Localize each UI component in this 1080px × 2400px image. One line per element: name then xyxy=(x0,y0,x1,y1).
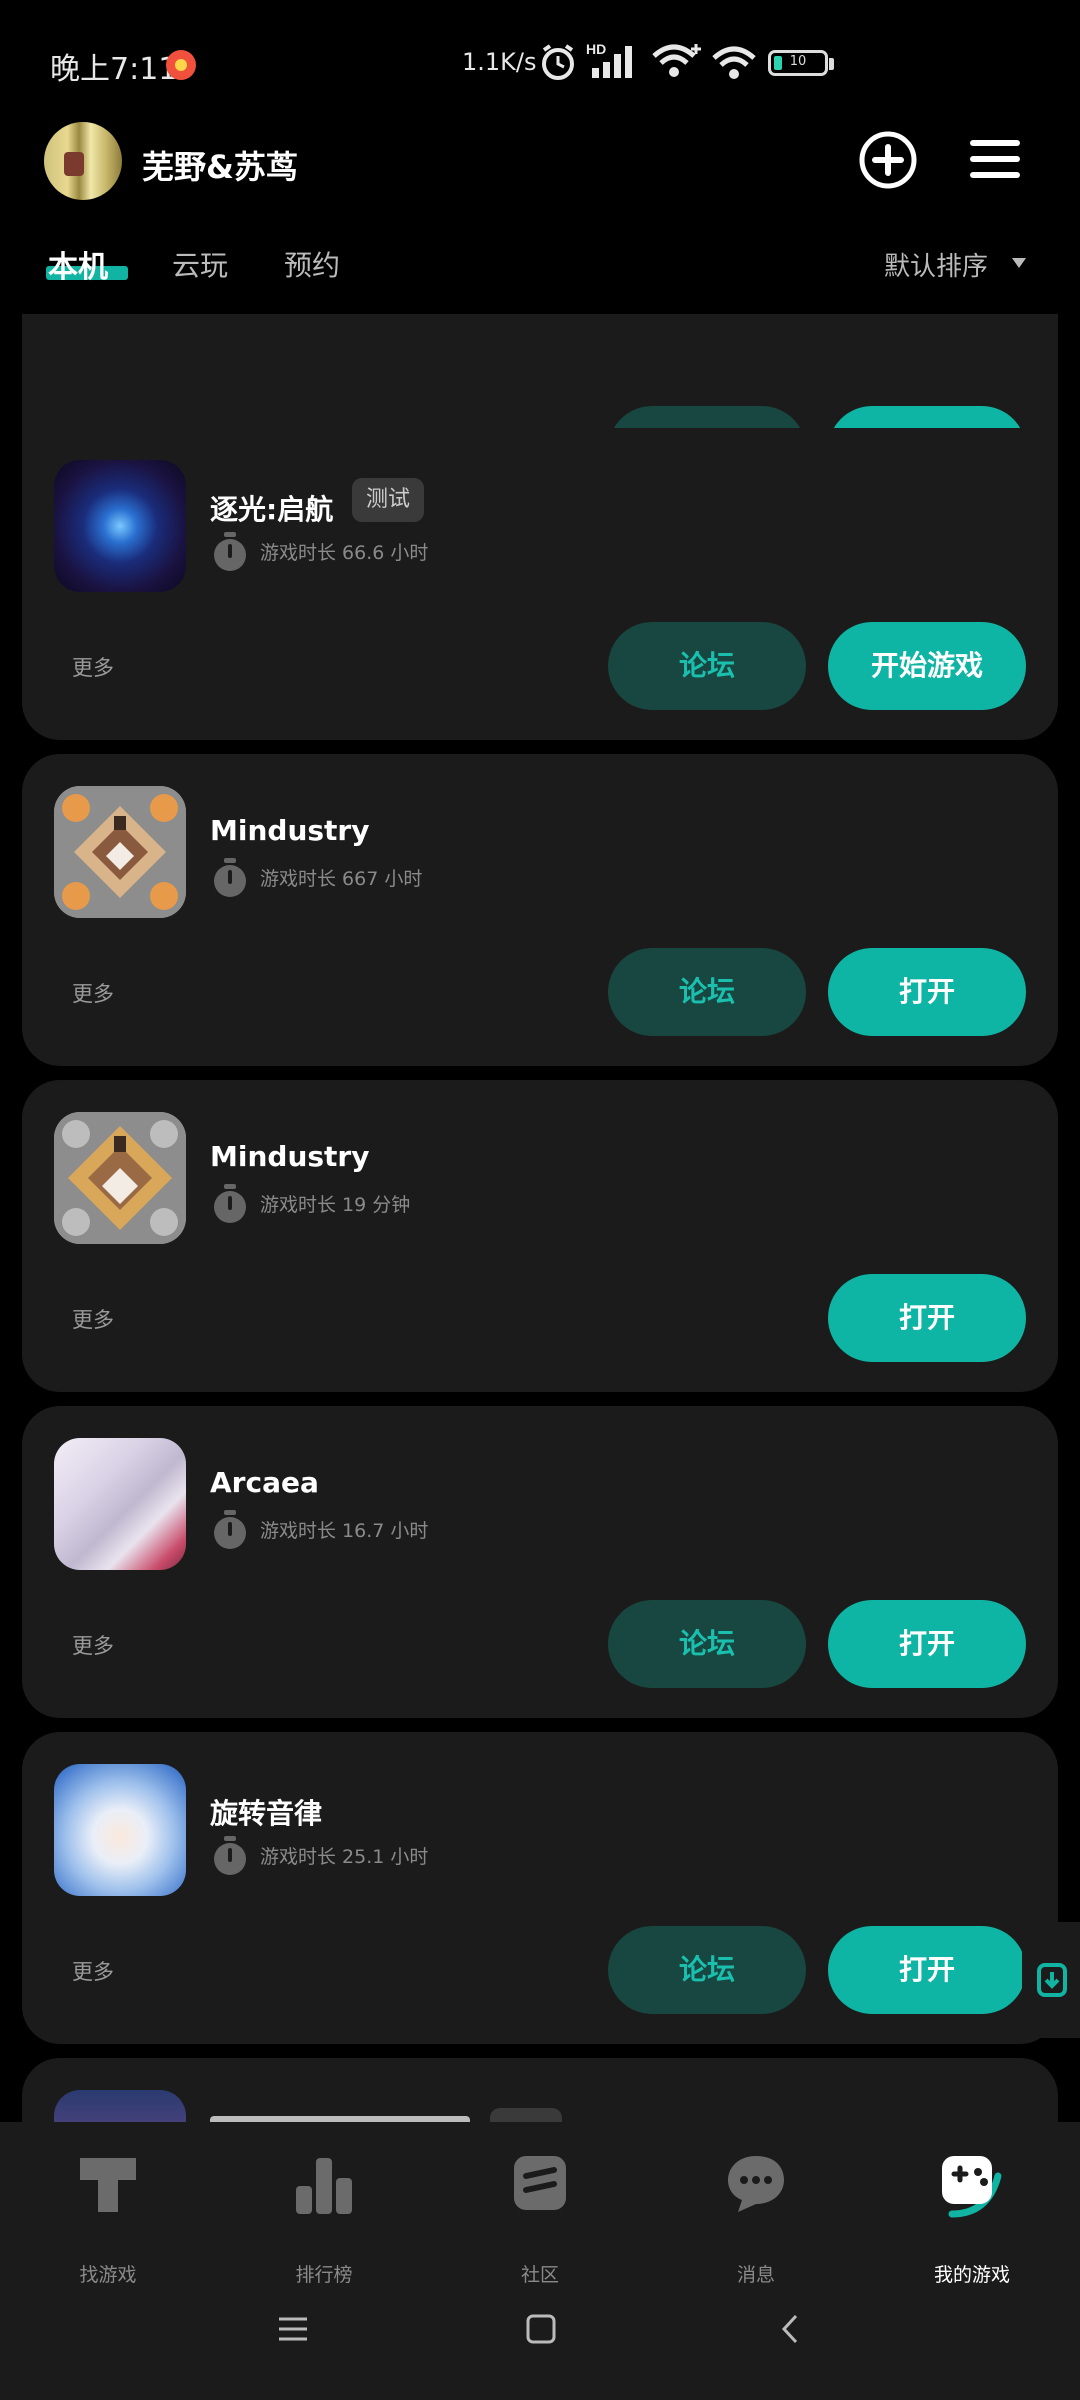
battery-level: 10 xyxy=(789,54,807,69)
find-games-icon xyxy=(80,2158,136,2212)
status-bar: 晚上7:11 1.1K/s HD 10 xyxy=(0,0,1080,120)
game-icon-mindustry[interactable] xyxy=(54,786,186,918)
nav-label: 社区 xyxy=(520,2264,559,2286)
notification-app-icon xyxy=(166,50,196,80)
tab-cloud[interactable]: 云玩 xyxy=(172,244,228,284)
mindustry-logo xyxy=(54,786,186,918)
home-icon[interactable] xyxy=(524,2312,558,2346)
playtime: 游戏时长 667 小时 xyxy=(260,868,423,890)
caret-down-icon[interactable] xyxy=(1012,258,1026,268)
timer-icon xyxy=(214,1184,246,1223)
tab-local[interactable]: 本机 xyxy=(48,242,108,286)
game-icon-arcaea[interactable] xyxy=(54,1438,186,1570)
more-link[interactable]: 更多 xyxy=(72,978,114,1008)
game-title: Arcaea xyxy=(210,1466,319,1499)
message-icon xyxy=(728,2156,784,2212)
forum-button[interactable]: 论坛 xyxy=(608,1926,806,2014)
game-card[interactable]: 旋转音律 游戏时长 25.1 小时 更多 论坛 打开 xyxy=(22,1732,1058,2044)
game-card[interactable]: 逐光:启航 测试 游戏时长 66.6 小时 更多 论坛 开始游戏 xyxy=(22,428,1058,740)
playtime: 游戏时长 16.7 小时 xyxy=(260,1520,429,1542)
nav-my-games[interactable]: 我的游戏 xyxy=(892,2150,1052,2286)
nav-leaderboard[interactable]: 排行榜 xyxy=(244,2150,404,2286)
badge-partial xyxy=(490,2108,562,2122)
timer-icon xyxy=(214,858,246,897)
more-link[interactable]: 更多 xyxy=(72,652,114,682)
game-card[interactable]: Mindustry 游戏时长 667 小时 更多 论坛 打开 xyxy=(22,754,1058,1066)
more-link[interactable]: 更多 xyxy=(72,1956,114,1986)
timer-icon xyxy=(214,1510,246,1549)
timer-icon xyxy=(214,1836,246,1875)
playtime: 游戏时长 66.6 小时 xyxy=(260,542,429,564)
wifi-icon xyxy=(652,44,701,77)
menu-icon[interactable] xyxy=(968,132,1024,188)
game-card[interactable] xyxy=(22,2058,1058,2122)
back-icon[interactable] xyxy=(774,2312,808,2346)
forum-button[interactable]: 论坛 xyxy=(608,948,806,1036)
download-icon xyxy=(1037,1963,1067,1997)
forum-button[interactable]: 论坛 xyxy=(608,1600,806,1688)
alarm-icon xyxy=(542,44,574,80)
game-title: Mindustry xyxy=(210,1140,370,1173)
battery-icon: 10 xyxy=(768,50,828,76)
nav-label: 找游戏 xyxy=(79,2264,137,2286)
username[interactable]: 芜野&苏茑 xyxy=(142,142,298,188)
my-games-icon xyxy=(942,2156,1002,2218)
forum-button[interactable]: 论坛 xyxy=(608,622,806,710)
add-icon[interactable] xyxy=(856,128,920,192)
game-list[interactable]: 更多 论坛 打开 逐光:启航 测试 游戏时长 66.6 小时 更多 论坛 开始游… xyxy=(0,314,1080,2122)
game-icon-mindustry-alt[interactable] xyxy=(54,1112,186,1244)
test-badge: 测试 xyxy=(352,478,425,522)
playtime: 游戏时长 25.1 小时 xyxy=(260,1846,429,1868)
nav-label: 排行榜 xyxy=(295,2264,353,2286)
recent-apps-icon[interactable] xyxy=(276,2312,310,2346)
game-icon-partial[interactable] xyxy=(54,2090,186,2122)
game-icon-xuanzhuan[interactable] xyxy=(54,1764,186,1896)
cellular-signal-icon: HD xyxy=(586,41,632,78)
nav-label: 我的游戏 xyxy=(933,2264,1010,2286)
nav-community[interactable]: 社区 xyxy=(460,2150,620,2286)
open-button[interactable]: 打开 xyxy=(828,948,1026,1036)
avatar[interactable] xyxy=(44,122,122,200)
bottom-navigation: 找游戏 排行榜 社区 消息 我的游戏 xyxy=(0,2122,1080,2400)
wifi-icon-secondary xyxy=(712,46,756,79)
playtime: 游戏时长 19 分钟 xyxy=(260,1194,411,1216)
game-title: Mindustry xyxy=(210,814,370,847)
game-title: 逐光:启航 xyxy=(210,493,334,526)
tab-reserve[interactable]: 预约 xyxy=(284,244,340,284)
start-game-button[interactable]: 开始游戏 xyxy=(828,622,1026,710)
status-time: 晚上7:11 xyxy=(50,52,178,87)
game-title: 旋转音律 xyxy=(210,1797,323,1830)
hd-label: HD xyxy=(586,41,606,57)
open-button[interactable]: 打开 xyxy=(828,1274,1026,1362)
leaderboard-icon xyxy=(296,2158,352,2214)
nav-find-games[interactable]: 找游戏 xyxy=(28,2150,188,2286)
community-icon xyxy=(514,2156,566,2210)
more-link[interactable]: 更多 xyxy=(72,1304,114,1334)
nav-label: 消息 xyxy=(736,2264,775,2286)
network-speed: 1.1K/s xyxy=(462,48,537,76)
game-icon-zhuguang[interactable] xyxy=(54,460,186,592)
open-button[interactable]: 打开 xyxy=(828,1600,1026,1688)
open-button[interactable]: 打开 xyxy=(828,1926,1026,2014)
sort-dropdown[interactable]: 默认排序 xyxy=(884,246,988,283)
game-card[interactable]: Mindustry 游戏时长 19 分钟 更多 打开 xyxy=(22,1080,1058,1392)
floating-download-tab[interactable] xyxy=(1022,1922,1080,2038)
mindustry-logo xyxy=(54,1112,186,1244)
timer-icon xyxy=(214,532,246,571)
more-link[interactable]: 更多 xyxy=(72,1630,114,1660)
battery-cap xyxy=(829,58,834,70)
nav-messages[interactable]: 消息 xyxy=(676,2150,836,2286)
game-card[interactable]: Arcaea 游戏时长 16.7 小时 更多 论坛 打开 xyxy=(22,1406,1058,1718)
